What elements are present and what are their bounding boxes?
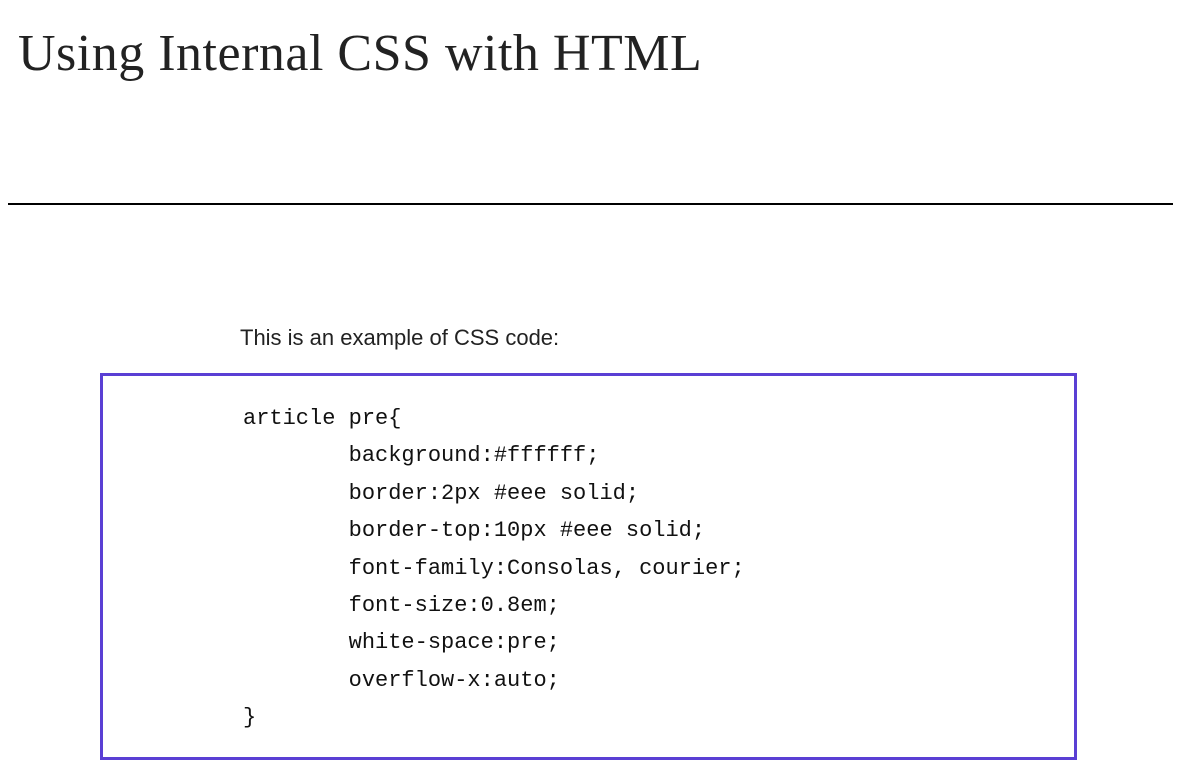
- code-block: article pre{ background:#ffffff; border:…: [100, 373, 1077, 760]
- content-area: This is an example of CSS code: article …: [0, 205, 1177, 760]
- intro-text: This is an example of CSS code:: [240, 325, 1077, 351]
- page-title: Using Internal CSS with HTML: [0, 0, 1177, 83]
